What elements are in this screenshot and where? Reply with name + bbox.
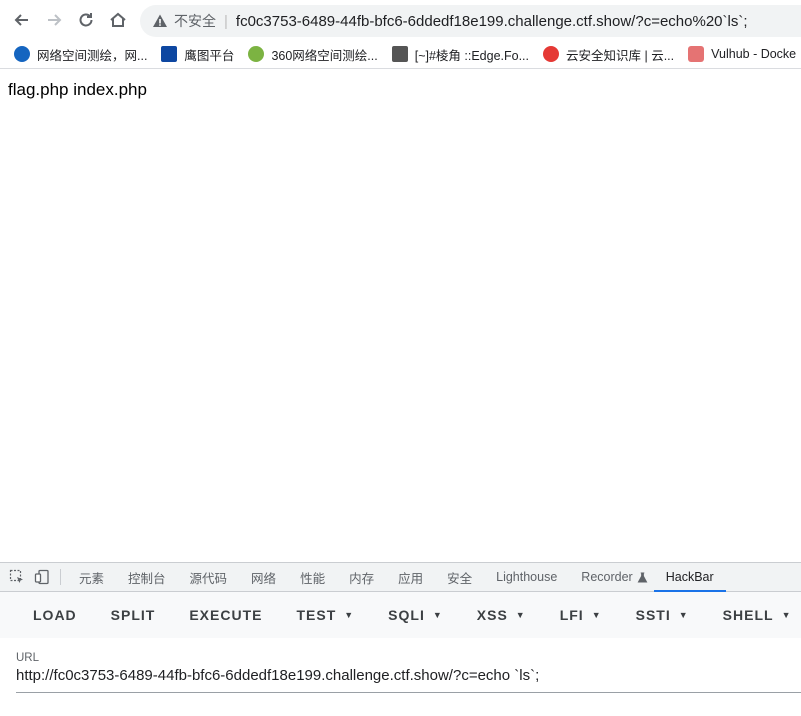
- page-output: flag.php index.php: [8, 80, 147, 99]
- bookmark-item[interactable]: 360网络空间测绘...: [248, 45, 378, 64]
- address-bar[interactable]: 不安全 | fc0c3753-6489-44fb-bfc6-6ddedf18e1…: [140, 5, 801, 37]
- warning-icon: [153, 14, 167, 27]
- flask-icon: [637, 571, 648, 583]
- bookmark-label: [~]#棱角 ::Edge.Fo...: [414, 48, 530, 63]
- xss-label: XSS: [476, 607, 508, 623]
- address-url: fc0c3753-6489-44fb-bfc6-6ddedf18e199.cha…: [235, 12, 748, 30]
- caret-down-icon: ▼: [678, 610, 689, 620]
- reload-icon: [79, 13, 93, 27]
- execute-button[interactable]: EXECUTE: [172, 592, 279, 638]
- devtools-panel: 元素 控制台 源代码 网络 性能 内存 应用 安全 Lighthouse Rec…: [0, 562, 801, 716]
- load-label: LOAD: [33, 607, 77, 623]
- tab-elements[interactable]: 元素: [67, 563, 116, 591]
- forward-button[interactable]: [38, 4, 70, 36]
- insecure-label: 不安全: [174, 13, 216, 29]
- home-button[interactable]: [102, 4, 134, 36]
- lfi-label: LFI: [559, 607, 584, 623]
- tab-console[interactable]: 控制台: [116, 563, 178, 591]
- bookmark-label: Vulhub - Docke: [711, 47, 797, 61]
- xss-dropdown-button[interactable]: XSS ▼: [460, 592, 543, 638]
- devtools-tabbar: 元素 控制台 源代码 网络 性能 内存 应用 安全 Lighthouse Rec…: [0, 563, 801, 592]
- caret-down-icon: ▼: [344, 610, 355, 620]
- tab-security[interactable]: 安全: [435, 563, 484, 591]
- bookmark-360-icon: [248, 46, 265, 62]
- reload-button[interactable]: [70, 4, 102, 36]
- tab-application[interactable]: 应用: [386, 563, 435, 591]
- bookmark-fofa-icon: [14, 46, 30, 62]
- bookmark-label: 鹰图平台: [184, 48, 235, 63]
- test-dropdown-button[interactable]: TEST ▼: [279, 592, 371, 638]
- ssti-label: SSTI: [635, 607, 671, 623]
- hackbar-url-section: URL http://fc0c3753-6489-44fb-bfc6-6dded…: [0, 638, 801, 693]
- caret-down-icon: ▼: [781, 610, 792, 620]
- bookmark-item[interactable]: Vulhub - Docke: [688, 46, 796, 62]
- url-field-label: URL: [16, 652, 40, 664]
- shell-label: SHELL: [722, 607, 774, 623]
- bookmark-item[interactable]: 鹰图平台: [161, 45, 234, 64]
- bookmark-vulhub-icon: [688, 46, 705, 62]
- bookmark-label: 云安全知识库 | 云...: [566, 48, 675, 63]
- bookmark-item[interactable]: 网络空间测绘，网...: [14, 45, 147, 64]
- forward-arrow-icon: [48, 14, 62, 26]
- tab-hackbar[interactable]: HackBar: [653, 563, 726, 592]
- split-button[interactable]: SPLIT: [94, 592, 173, 638]
- bookmark-label: 360网络空间测绘...: [271, 48, 378, 63]
- bookmarks-bar: 网络空间测绘，网... 鹰图平台 360网络空间测绘... [~]#棱角 ::E…: [0, 40, 801, 69]
- caret-down-icon: ▼: [515, 610, 526, 620]
- lfi-dropdown-button[interactable]: LFI ▼: [543, 592, 619, 638]
- inspect-element-icon[interactable]: [9, 569, 25, 585]
- load-button[interactable]: LOAD: [0, 592, 94, 638]
- device-toolbar-icon[interactable]: [34, 569, 50, 585]
- bookmark-item[interactable]: 云安全知识库 | 云...: [543, 45, 674, 64]
- omnibox-divider: |: [224, 12, 228, 30]
- hackbar-url-input[interactable]: http://fc0c3753-6489-44fb-bfc6-6ddedf18e…: [16, 667, 801, 693]
- tab-recorder-label: Recorder: [581, 570, 633, 584]
- sqli-label: SQLI: [388, 607, 425, 623]
- home-icon: [110, 12, 126, 27]
- split-label: SPLIT: [110, 607, 156, 623]
- execute-label: EXECUTE: [189, 607, 263, 623]
- hackbar-toolbar: LOAD SPLIT EXECUTE TEST ▼ SQLI ▼ XSS ▼ LFI ▼…: [0, 592, 801, 638]
- back-button[interactable]: [6, 4, 38, 36]
- bookmark-label: 网络空间测绘，网...: [37, 48, 148, 63]
- caret-down-icon: ▼: [432, 610, 443, 620]
- bookmark-flame-icon: [543, 46, 560, 62]
- bookmark-item[interactable]: [~]#棱角 ::Edge.Fo...: [391, 45, 530, 64]
- bookmark-edge-icon: [391, 46, 408, 62]
- back-arrow-icon: [14, 14, 28, 26]
- tab-network[interactable]: 网络: [239, 563, 288, 591]
- tab-lighthouse[interactable]: Lighthouse: [484, 563, 569, 591]
- tab-recorder[interactable]: Recorder: [569, 563, 653, 591]
- shell-dropdown-button[interactable]: SHELL ▼: [706, 592, 801, 638]
- sqli-dropdown-button[interactable]: SQLI ▼: [371, 592, 460, 638]
- tab-performance[interactable]: 性能: [288, 563, 337, 591]
- tab-memory[interactable]: 内存: [337, 563, 386, 591]
- caret-down-icon: ▼: [591, 610, 602, 620]
- tab-sources[interactable]: 源代码: [178, 563, 240, 591]
- ssti-dropdown-button[interactable]: SSTI ▼: [619, 592, 706, 638]
- browser-toolbar: 不安全 | fc0c3753-6489-44fb-bfc6-6ddedf18e1…: [0, 0, 801, 40]
- test-label: TEST: [296, 607, 337, 623]
- bookmark-hunter-icon: [161, 46, 178, 62]
- tabbar-divider: [60, 569, 61, 585]
